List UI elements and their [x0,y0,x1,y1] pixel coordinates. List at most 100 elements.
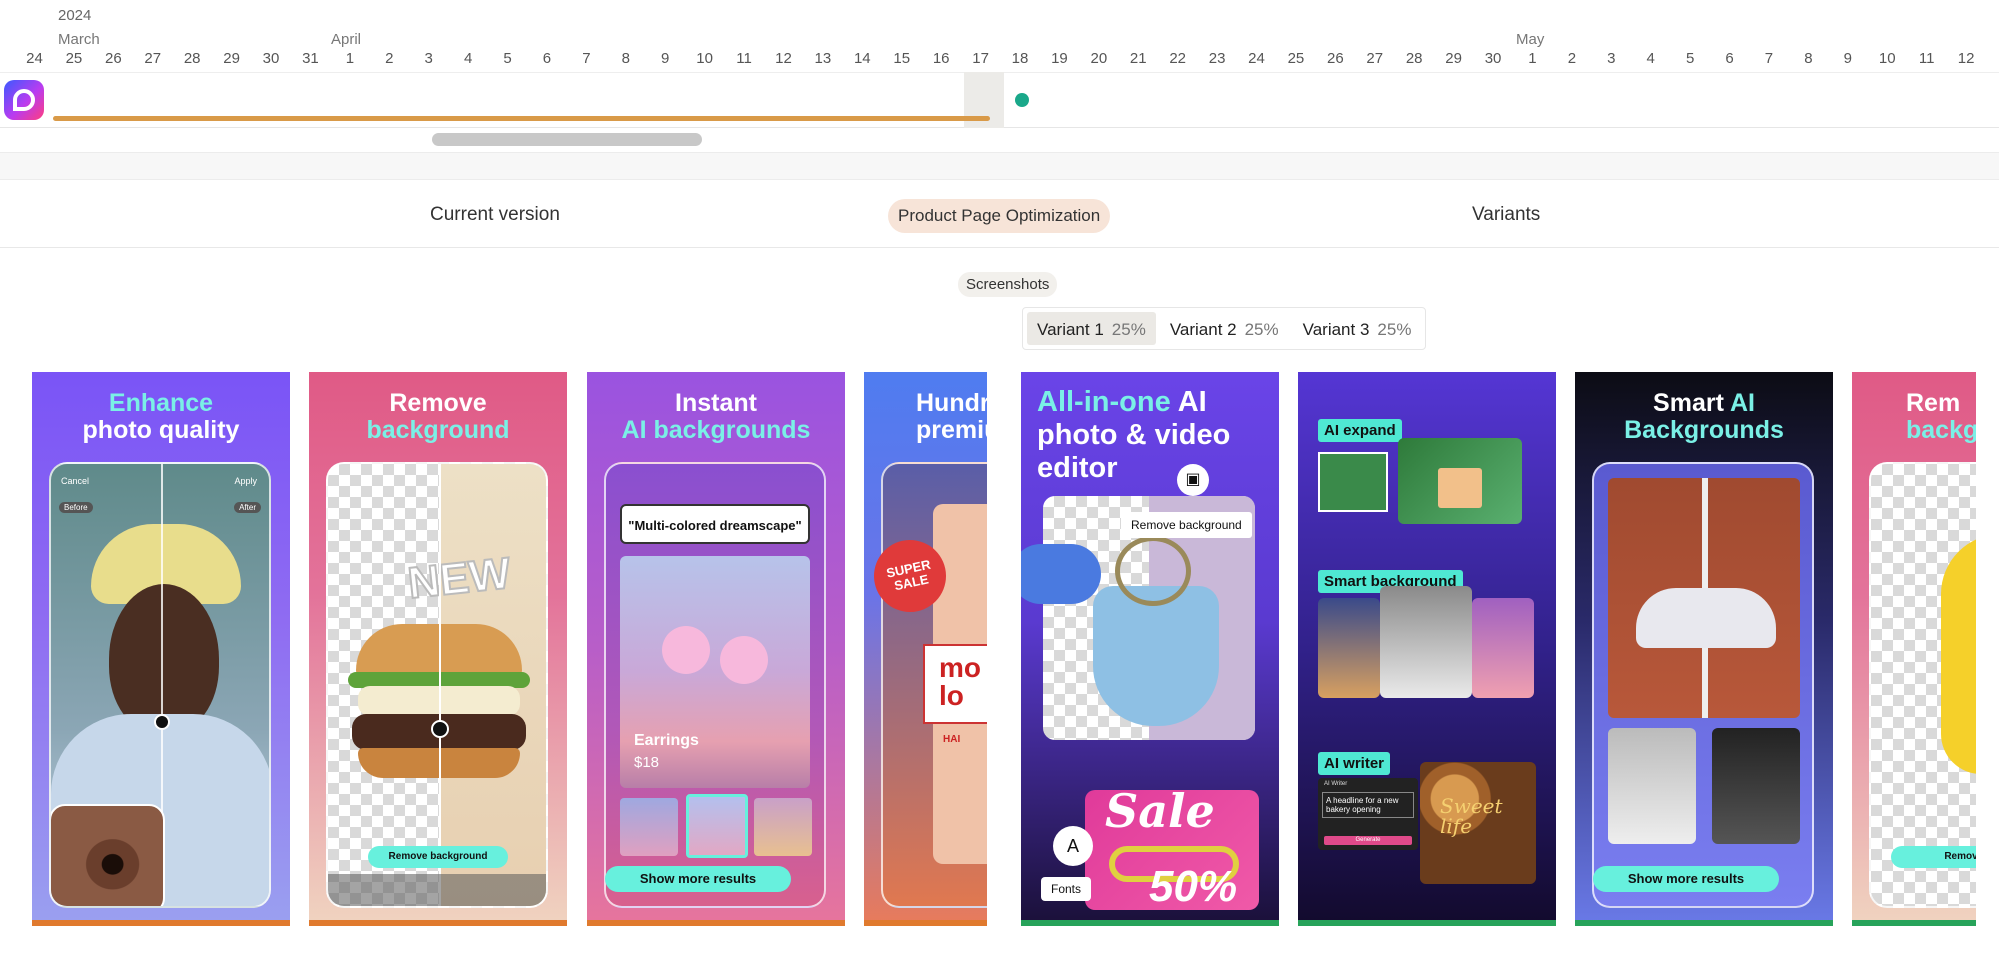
tab-variant-1[interactable]: Variant 1 25% [1027,312,1156,345]
timeline-day-label: 17 [972,50,989,67]
product-name: Earrings [634,732,699,749]
label-box: mo lo [923,644,987,724]
timeline-version-bar[interactable] [53,116,990,121]
timeline-day-label: 9 [661,50,670,67]
current-version-heading: Current version [430,204,560,225]
card-accent [1298,920,1556,926]
timeline-year: 2024 [58,7,92,24]
writer-header: AI Writer [1324,781,1348,787]
arm-sleeve [1021,544,1101,604]
timeline-event-dot[interactable] [1015,93,1029,107]
screenshot-card[interactable]: AI expand Smart background AI writer AI … [1298,372,1556,926]
variant-screenshots-rail: All-in-one AI photo & video editor ▣ Rem… [1021,372,1976,940]
prompt-field[interactable]: "Multi-colored dreamscape" [620,504,810,544]
show-more-results-button[interactable]: Show more results [605,866,791,892]
label-text: mo lo [939,652,981,711]
timeline-day-label: 28 [1405,50,1423,67]
thumb-option[interactable] [620,798,678,856]
after-badge: After [234,502,261,513]
screenshot-card[interactable]: All-in-one AI photo & video editor ▣ Rem… [1021,372,1279,926]
timeline-day-label: 10 [1878,50,1896,67]
bg-thumb [1318,598,1380,698]
card-accent [309,920,567,926]
timeline-day-row: 24 25 26 27 28 29 30 31 1 2 3 4 5 6 7 8 9 10 11 12 13 14 15 16 1… [0,50,1999,72]
tab-label: Variant 1 [1037,320,1104,339]
remove-background-button[interactable]: Remov [1891,846,1976,868]
timeline-day-label: 9 [1843,50,1852,67]
cancel-label: Cancel [61,476,90,486]
tab-variant-2[interactable]: Variant 2 25% [1160,312,1289,345]
sale-percent: 50% [1149,862,1238,911]
timeline-day-label: 23 [1208,50,1226,67]
sneaker-thumb[interactable] [1608,728,1696,844]
generate-button[interactable]: Generate [1324,836,1412,845]
sale-panel: Sale 50% [1085,784,1259,911]
timeline-day-label: 8 [621,50,630,67]
ai-writer-panel: AI Writer A headline for a new bakery op… [1318,778,1418,850]
timeline-day-label: 5 [503,50,512,67]
comparison-header: Current version Product Page Optimizatio… [0,190,1999,248]
screenshot-card[interactable]: Instant AI backgrounds "Multi-colored dre… [587,372,845,926]
tab-percent: 25% [1377,320,1412,339]
timeline-day-label: 11 [1918,50,1935,67]
timeline-day-label: 24 [1248,50,1265,67]
ppo-badge[interactable]: Product Page Optimization [888,199,1111,233]
phone-mockup: mo lo HAI [881,462,987,908]
screenshot-card[interactable]: Smart AI Backgrounds Show more results [1575,372,1833,926]
bg-thumb [1472,598,1534,698]
timeline-day-label: 6 [1725,50,1734,67]
screenshot-card[interactable]: Remove background NEW Remove background [309,372,567,926]
app-icon[interactable] [4,80,44,120]
card-title: Remove background [366,389,510,444]
screenshot-card[interactable]: Enhance photo quality Cancel Apply Before… [32,372,290,926]
timeline-day-label: 1 [1528,50,1537,67]
phone-mockup: Remov [1869,462,1976,908]
ai-expand-tag: AI expand [1318,419,1402,442]
sale-text: Sale [1105,784,1215,838]
apply-label: Apply [234,476,257,486]
card-accent [1021,920,1279,926]
timeline-day-label: 4 [463,50,473,67]
card-title: Rem backg [1906,389,1976,444]
timeline-day-label: 3 [1607,50,1616,67]
app-root: 2024 March April May 24 25 26 27 28 29 30 31 1 2 3… [0,0,1999,969]
timeline-day-label: 19 [1051,50,1068,67]
new-sticker: NEW [405,548,514,609]
tab-percent: 25% [1244,320,1279,339]
timeline-day-label: 31 [302,50,319,67]
phone-mockup: "Multi-colored dreamscape" Earrings $18 [604,462,826,908]
show-more-results-button[interactable]: Show more results [1593,866,1779,892]
hoodie-shape [1941,534,1976,774]
timeline-day-label: 20 [1090,50,1108,67]
timeline-day-label: 29 [1445,50,1462,67]
current-screenshots-rail: Enhance photo quality Cancel Apply Before… [0,372,987,940]
remove-background-button[interactable]: Remove background [368,846,508,868]
tab-variant-3[interactable]: Variant 3 25% [1293,312,1422,345]
timeline-day-label: 3 [424,50,433,67]
font-icon[interactable]: A [1053,826,1093,866]
timeline-day-label: 12 [1957,50,1975,67]
tab-percent: 25% [1111,320,1146,339]
thumb-option-selected[interactable] [686,794,748,858]
timeline-day-label: 14 [853,50,871,67]
remove-background-tooltip: Remove background [1121,512,1252,538]
screenshot-card[interactable]: Rem backg Remov [1852,372,1976,926]
fonts-label: Fonts [1041,877,1092,901]
month-label-may: May [1516,31,1545,48]
sneaker-thumb[interactable] [1712,728,1800,844]
month-label-april: April [331,31,362,48]
tab-label: Variant 3 [1302,320,1370,339]
split-handle[interactable] [154,714,170,730]
variant-tabs: Variant 1 25% Variant 2 25% Variant 3 25% [1022,307,1427,350]
card-accent [864,920,987,926]
remove-bg-icon[interactable]: ▣ [1177,464,1209,496]
phone-mockup [1592,462,1814,908]
screenshot-card[interactable]: Hundrpremiu molo HAI SUPER SALE [864,372,987,926]
card-accent [32,920,290,926]
split-handle[interactable] [431,720,449,738]
card-title: Enhance photo quality [82,389,240,444]
thumb-option[interactable] [754,798,812,856]
earring-left [662,626,710,674]
timeline-scrollbar[interactable] [432,133,702,146]
timeline-day-label: 27 [1366,50,1384,67]
